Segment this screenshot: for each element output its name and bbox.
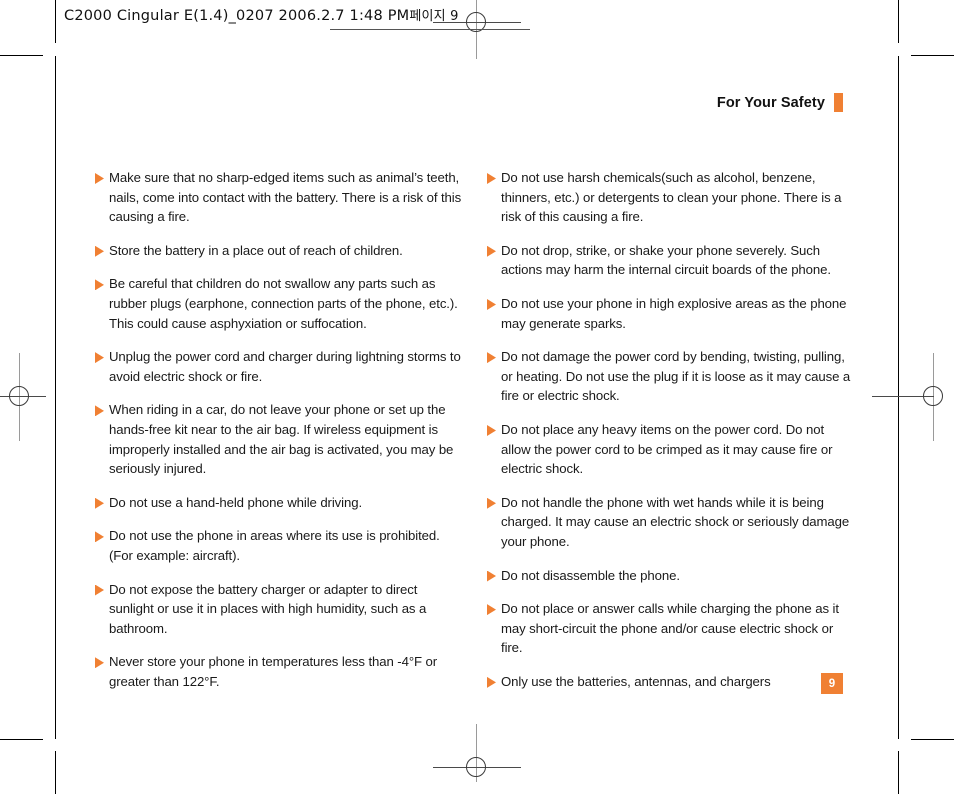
triangle-bullet-icon (487, 676, 496, 688)
safety-bullet-item: Unplug the power cord and charger during… (95, 347, 463, 386)
safety-bullet-text: Do not place or answer calls while charg… (501, 601, 839, 656)
safety-bullet-item: When riding in a car, do not leave your … (95, 400, 463, 478)
safety-bullet-text: Make sure that no sharp-edged items such… (109, 170, 462, 225)
safety-bullet-item: Only use the batteries, antennas, and ch… (487, 672, 855, 692)
section-title-group: For Your Safety (717, 93, 843, 112)
safety-bullet-item: Do not place any heavy items on the powe… (487, 420, 855, 479)
safety-bullet-item: Do not damage the power cord by bending,… (487, 347, 855, 406)
crop-mark-bottom-left-horizontal (0, 739, 43, 740)
safety-bullet-item: Do not place or answer calls while charg… (487, 599, 855, 658)
page-number-badge: 9 (821, 673, 843, 694)
triangle-bullet-icon (95, 405, 104, 417)
registration-mark-bottom (433, 724, 521, 786)
safety-bullet-item: Do not handle the phone with wet hands w… (487, 493, 855, 552)
triangle-bullet-icon (487, 298, 496, 310)
safety-bullet-text: Do not handle the phone with wet hands w… (501, 494, 850, 549)
crop-mark-bottom-right-vertical (898, 751, 899, 794)
safety-bullet-text: Do not use harsh chemicals(such as alcoh… (501, 170, 842, 225)
triangle-bullet-icon (95, 279, 104, 291)
triangle-bullet-icon (487, 352, 496, 364)
safety-bullet-item: Do not use the phone in areas where its … (95, 526, 463, 565)
frame-rule-right (898, 56, 899, 739)
safety-bullet-item: Do not use harsh chemicals(such as alcoh… (487, 168, 855, 227)
registration-mark-top (433, 0, 521, 59)
right-column: Do not use harsh chemicals(such as alcoh… (487, 168, 855, 705)
safety-bullet-item: Do not drop, strike, or shake your phone… (487, 241, 855, 280)
triangle-bullet-icon (95, 497, 104, 509)
frame-rule-top-left (55, 0, 56, 40)
triangle-bullet-icon (95, 584, 104, 596)
section-title-accent-bar (834, 93, 843, 112)
triangle-bullet-icon (95, 352, 104, 364)
safety-bullet-text: Never store your phone in temperatures l… (109, 654, 438, 689)
registration-mark-right (872, 353, 952, 441)
safety-bullet-text: Do not disassemble the phone. (501, 567, 680, 583)
safety-content-columns: Make sure that no sharp-edged items such… (95, 168, 855, 705)
crop-mark-top-right-vertical (898, 0, 899, 43)
safety-bullet-text: Do not use a hand-held phone while drivi… (109, 494, 363, 510)
safety-bullet-item: Make sure that no sharp-edged items such… (95, 168, 463, 227)
triangle-bullet-icon (487, 424, 496, 436)
triangle-bullet-icon (487, 173, 496, 184)
running-header-korean-label: 페이지 9 (409, 9, 459, 24)
safety-bullet-item: Do not expose the battery charger or ada… (95, 580, 463, 639)
safety-bullet-text: Do not place any heavy items on the powe… (501, 421, 833, 477)
safety-bullet-text: Unplug the power cord and charger during… (109, 349, 461, 384)
page-title: For Your Safety (716, 94, 825, 111)
safety-bullet-text: Only use the batteries, antennas, and ch… (501, 673, 771, 689)
triangle-bullet-icon (487, 570, 496, 582)
safety-bullet-text: Do not drop, strike, or shake your phone… (501, 242, 831, 278)
crop-mark-top-left-horizontal (0, 55, 43, 56)
crop-mark-top-right-horizontal (911, 55, 954, 56)
safety-bullet-text: Do not use the phone in areas where its … (109, 528, 440, 563)
triangle-bullet-icon (487, 497, 496, 509)
header-underline (330, 29, 530, 30)
safety-bullet-text: Do not damage the power cord by bending,… (501, 349, 851, 404)
safety-bullet-item: Do not use a hand-held phone while drivi… (95, 493, 463, 513)
safety-bullet-text: Do not use your phone in high explosive … (501, 295, 847, 331)
safety-bullet-item: Be careful that children do not swallow … (95, 274, 463, 333)
safety-bullet-item: Do not use your phone in high explosive … (487, 294, 855, 333)
printed-page: C2000 Cingular E(1.4)_0207 2006.2.7 1:48… (0, 0, 954, 794)
left-column: Make sure that no sharp-edged items such… (95, 168, 463, 705)
safety-bullet-item: Never store your phone in temperatures l… (95, 652, 463, 691)
safety-bullet-item: Do not disassemble the phone. (487, 566, 855, 586)
triangle-bullet-icon (487, 245, 496, 257)
frame-rule-left (55, 56, 56, 739)
safety-bullet-text: Be careful that children do not swallow … (109, 276, 458, 331)
triangle-bullet-icon (95, 245, 104, 257)
safety-bullet-item: Store the battery in a place out of reac… (95, 241, 463, 261)
triangle-bullet-icon (95, 173, 104, 184)
triangle-bullet-icon (95, 531, 104, 543)
registration-mark-left (0, 353, 46, 441)
safety-bullet-text: Do not expose the battery charger or ada… (109, 581, 427, 636)
triangle-bullet-icon (95, 657, 104, 669)
crop-mark-bottom-left-vertical (55, 751, 56, 794)
crop-mark-bottom-right-horizontal (911, 739, 954, 740)
running-header: C2000 Cingular E(1.4)_0207 2006.2.7 1:48… (64, 5, 459, 24)
running-header-jobinfo: C2000 Cingular E(1.4)_0207 2006.2.7 1:48… (64, 8, 410, 24)
triangle-bullet-icon (487, 604, 496, 616)
safety-bullet-text: Store the battery in a place out of reac… (109, 242, 403, 258)
safety-bullet-text: When riding in a car, do not leave your … (109, 402, 454, 477)
